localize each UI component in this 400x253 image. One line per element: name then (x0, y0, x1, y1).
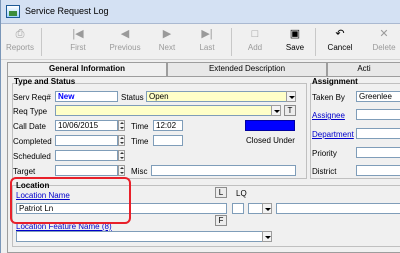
toolbar-separator (315, 28, 316, 56)
scheduled-field[interactable] (55, 150, 118, 161)
next-button[interactable]: ▶ Next (153, 26, 181, 58)
target-spinner[interactable] (118, 165, 125, 176)
delete-label: Delete (372, 43, 396, 52)
taken-by-label: Taken By (312, 93, 345, 102)
completed-label: Completed (13, 137, 52, 146)
delete-button[interactable]: ✕ Delete (367, 26, 400, 58)
record-toolbar: ⎙ Reports |◀ First ◀ Previous ▶ Next ▶| … (1, 24, 400, 60)
last-label: Last (199, 43, 215, 52)
department-link[interactable]: Department (312, 130, 354, 139)
app-icon (6, 5, 20, 18)
closed-under-color[interactable] (245, 120, 295, 131)
printer-icon: ⎙ (15, 28, 25, 40)
misc-field[interactable] (151, 165, 296, 176)
completed-time-field[interactable] (153, 135, 183, 146)
title-bar: Service Request Log (1, 0, 400, 24)
lq-label: LQ (236, 189, 247, 198)
call-date-spinner[interactable] (118, 120, 125, 131)
location-f-button[interactable]: F (215, 215, 227, 226)
reports-label: Reports (5, 43, 34, 52)
district-label: District (312, 167, 337, 176)
tab-actions[interactable]: Acti (327, 62, 400, 76)
req-type-label: Req Type (13, 107, 48, 116)
status-dropdown-button[interactable] (286, 91, 296, 102)
district-field[interactable] (356, 165, 400, 176)
priority-field[interactable] (356, 147, 400, 158)
floppy-disk-icon: ▣ (289, 28, 301, 40)
service-request-window: Service Request Log ⎙ Reports |◀ First ◀… (0, 0, 400, 253)
closed-under-label: Closed Under (246, 136, 295, 145)
location-feature-select[interactable] (16, 231, 272, 242)
last-record-icon: ▶| (201, 28, 213, 40)
status-label: Status (121, 93, 144, 102)
department-field[interactable] (356, 128, 400, 139)
serv-req-field[interactable]: New (55, 91, 118, 102)
target-field[interactable] (55, 165, 118, 176)
scheduled-spinner[interactable] (118, 150, 125, 161)
save-label: Save (285, 43, 305, 52)
location-feature-dropdown-button[interactable] (262, 231, 272, 242)
target-label: Target (13, 167, 36, 176)
completed-field[interactable] (55, 135, 118, 146)
close-icon: ✕ (379, 28, 389, 40)
req-type-select[interactable] (55, 105, 281, 116)
toolbar-separator (231, 28, 232, 56)
last-button[interactable]: ▶| Last (193, 26, 221, 58)
priority-label: Priority (312, 149, 337, 158)
location-direction-dropdown-button[interactable] (262, 203, 272, 214)
new-document-icon: □ (251, 28, 259, 40)
first-button[interactable]: |◀ First (63, 26, 93, 58)
general-information-panel: Type and Status Serv Req# New Status Ope… (7, 76, 400, 253)
previous-button[interactable]: ◀ Previous (105, 26, 145, 58)
reports-button[interactable]: ⎙ Reports (3, 26, 37, 58)
tab-extended-description[interactable]: Extended Description (167, 62, 327, 76)
completed-time-label: Time (131, 137, 149, 146)
call-time-label: Time (131, 122, 149, 131)
req-type-dropdown-button[interactable] (271, 105, 281, 116)
add-label: Add (247, 43, 263, 52)
save-button[interactable]: ▣ Save (281, 26, 309, 58)
previous-label: Previous (109, 43, 141, 52)
call-time-field[interactable]: 12:02 (153, 120, 183, 131)
tab-strip: General Information Extended Description… (7, 62, 400, 77)
first-label: First (70, 43, 86, 52)
window-title: Service Request Log (25, 6, 109, 16)
assignee-field[interactable] (356, 109, 400, 120)
tab-general-information[interactable]: General Information (7, 62, 167, 77)
assignment-title: Assignment (312, 77, 358, 86)
location-lq-field[interactable] (232, 203, 244, 214)
undo-icon: ↶ (335, 28, 345, 40)
previous-record-icon: ◀ (120, 28, 130, 40)
completed-spinner[interactable] (118, 135, 125, 146)
cancel-button[interactable]: ↶ Cancel (323, 26, 357, 58)
assignee-link[interactable]: Assignee (312, 111, 345, 120)
call-date-field[interactable]: 10/06/2015 (55, 120, 118, 131)
next-label: Next (158, 43, 176, 52)
status-select[interactable]: Open (146, 91, 296, 102)
next-record-icon: ▶ (162, 28, 172, 40)
cancel-label: Cancel (327, 43, 353, 52)
first-record-icon: |◀ (72, 28, 84, 40)
location-extra-field[interactable] (276, 203, 400, 214)
location-highlight-box (10, 177, 131, 224)
scheduled-label: Scheduled (13, 152, 51, 161)
taken-by-field[interactable]: Greenlee (356, 91, 400, 102)
misc-label: Misc (131, 167, 148, 176)
serv-req-label: Serv Req# (13, 93, 51, 102)
toolbar-separator (41, 28, 42, 56)
add-button[interactable]: □ Add (241, 26, 269, 58)
location-l-button[interactable]: L (215, 187, 227, 198)
type-status-title: Type and Status (14, 77, 76, 86)
call-date-label: Call Date (13, 122, 46, 131)
req-type-t-button[interactable]: T (284, 105, 296, 116)
